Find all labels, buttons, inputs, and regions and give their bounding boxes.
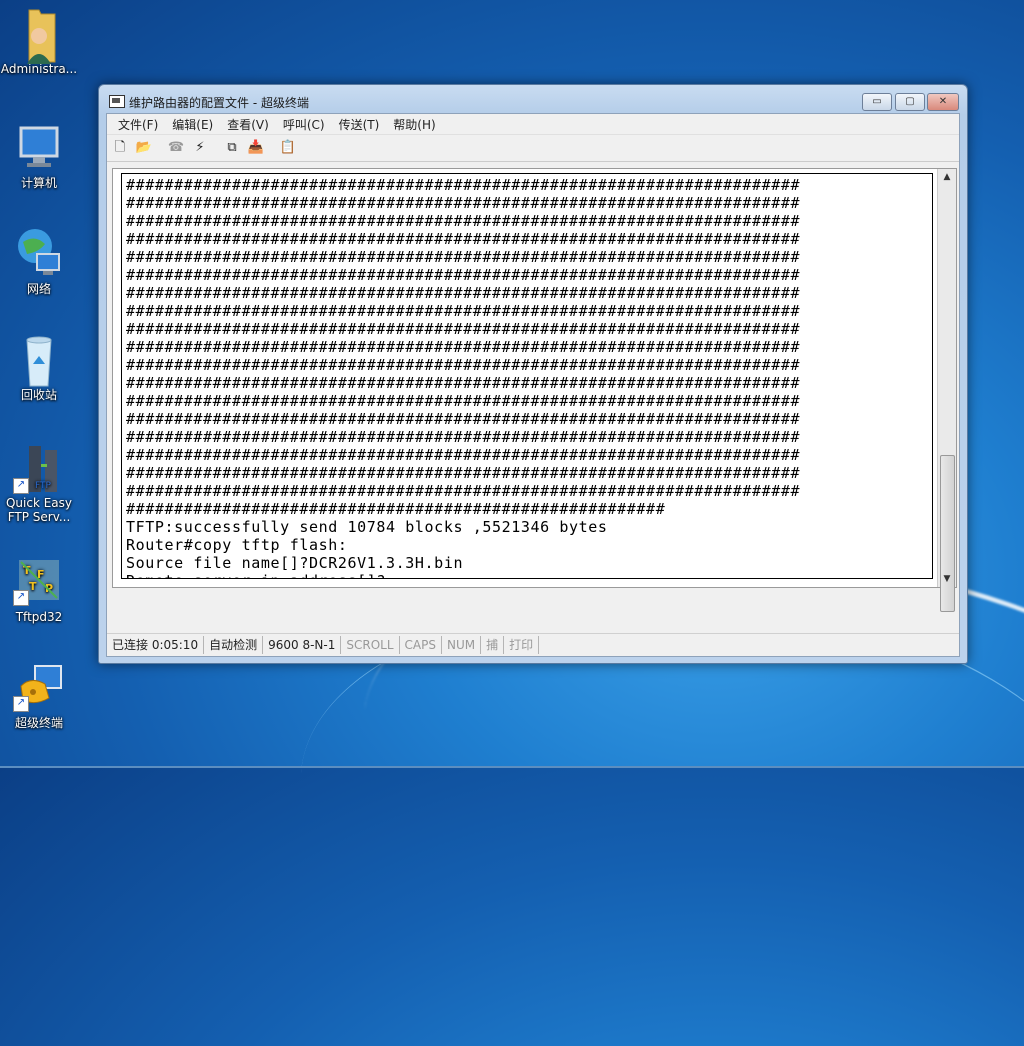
- network-icon: [15, 226, 63, 275]
- menu-bar: 文件(F) 编辑(E) 查看(V) 呼叫(C) 传送(T) 帮助(H): [107, 114, 959, 135]
- svg-text:T: T: [29, 580, 37, 593]
- desktop-icon-network[interactable]: 网络: [0, 226, 78, 296]
- tftpd-icon: T F T P ↗: [13, 556, 63, 606]
- minimize-button[interactable]: ▭: [862, 93, 892, 111]
- maximize-button[interactable]: ▢: [895, 93, 925, 111]
- menu-view[interactable]: 查看(V): [220, 116, 276, 133]
- terminal-area: ########################################…: [112, 168, 957, 612]
- desktop-icon-label: 回收站: [20, 388, 57, 402]
- svg-text:FTP: FTP: [35, 481, 52, 491]
- menu-call[interactable]: 呼叫(C): [276, 116, 332, 133]
- desktop-icon-label: 计算机: [20, 176, 57, 190]
- menu-edit[interactable]: 编辑(E): [165, 116, 220, 133]
- menu-file[interactable]: 文件(F): [111, 116, 165, 133]
- shortcut-arrow-icon: ↗: [13, 590, 29, 606]
- computer-icon: [15, 124, 63, 172]
- desktop-icon-label: Tftpd32: [15, 610, 63, 624]
- phone-icon[interactable]: ☎: [167, 140, 185, 156]
- window-title: 维护路由器的配置文件 - 超级终端: [129, 96, 309, 110]
- toolbar: 🗋 📂 ☎ ⚡ ⧉ 📥 📋: [107, 135, 959, 162]
- desktop-icon-recycle-bin[interactable]: 回收站: [0, 334, 78, 402]
- status-baud: 9600 8-N-1: [263, 636, 342, 654]
- desktop-icon-quick-easy-ftp[interactable]: FTP ↗ Quick Easy FTP Serv...: [0, 444, 78, 524]
- properties-icon[interactable]: 📋: [279, 140, 297, 156]
- hyperterminal-window: 维护路由器的配置文件 - 超级终端 ▭ ▢ ✕ 文件(F) 编辑(E) 查看(V…: [98, 84, 968, 664]
- status-num: NUM: [442, 636, 482, 654]
- terminal-output: ########################################…: [126, 176, 801, 578]
- shortcut-arrow-icon: ↗: [13, 478, 29, 494]
- shortcut-arrow-icon: ↗: [13, 696, 29, 712]
- status-capture: 捕: [481, 636, 505, 654]
- menu-transfer[interactable]: 传送(T): [332, 116, 387, 133]
- user-folder-icon: [15, 6, 63, 64]
- menu-help[interactable]: 帮助(H): [386, 116, 442, 133]
- desktop-icon-hyperterminal[interactable]: ↗ 超级终端: [0, 662, 78, 730]
- recycle-bin-icon: [15, 334, 63, 387]
- status-print: 打印: [504, 636, 540, 654]
- receive-icon[interactable]: 📥: [247, 140, 265, 156]
- close-button[interactable]: ✕: [927, 93, 959, 111]
- desktop-icon-administrator[interactable]: Administra...: [0, 6, 78, 76]
- window-client: 文件(F) 编辑(E) 查看(V) 呼叫(C) 传送(T) 帮助(H) 🗋 📂 …: [106, 113, 960, 657]
- scroll-thumb[interactable]: [940, 455, 955, 612]
- scroll-up-icon[interactable]: ▲: [938, 169, 956, 185]
- close-icon: ✕: [938, 96, 948, 107]
- vertical-scrollbar[interactable]: ▲ ▼: [937, 169, 956, 612]
- desktop-icon-tftpd32[interactable]: T F T P ↗ Tftpd32: [0, 556, 78, 624]
- ftp-server-icon: FTP ↗: [13, 444, 63, 494]
- scroll-down-icon[interactable]: ▼: [938, 571, 956, 587]
- app-window-icon: [109, 95, 125, 108]
- status-caps: CAPS: [400, 636, 442, 654]
- minimize-icon: ▭: [872, 96, 882, 107]
- terminal-screen[interactable]: ########################################…: [121, 173, 933, 579]
- status-bar: 已连接 0:05:10 自动检测 9600 8-N-1 SCROLL CAPS …: [107, 633, 959, 656]
- open-folder-icon[interactable]: 📂: [135, 140, 153, 156]
- desktop-icon-label: 超级终端: [14, 716, 63, 730]
- hyperterminal-icon: ↗: [13, 662, 63, 712]
- new-file-icon[interactable]: 🗋: [111, 140, 129, 156]
- status-detect: 自动检测: [204, 636, 264, 654]
- maximize-icon: ▢: [905, 96, 915, 107]
- status-scroll: SCROLL: [341, 636, 400, 654]
- disconnect-icon[interactable]: ⚡: [191, 140, 209, 156]
- desktop-icon-computer[interactable]: 计算机: [0, 124, 78, 190]
- status-connected: 已连接 0:05:10: [107, 636, 205, 654]
- title-bar[interactable]: 维护路由器的配置文件 - 超级终端 ▭ ▢ ✕: [99, 85, 967, 113]
- desktop-icon-label: Quick Easy FTP Serv...: [5, 496, 73, 524]
- send-icon[interactable]: ⧉: [223, 140, 241, 156]
